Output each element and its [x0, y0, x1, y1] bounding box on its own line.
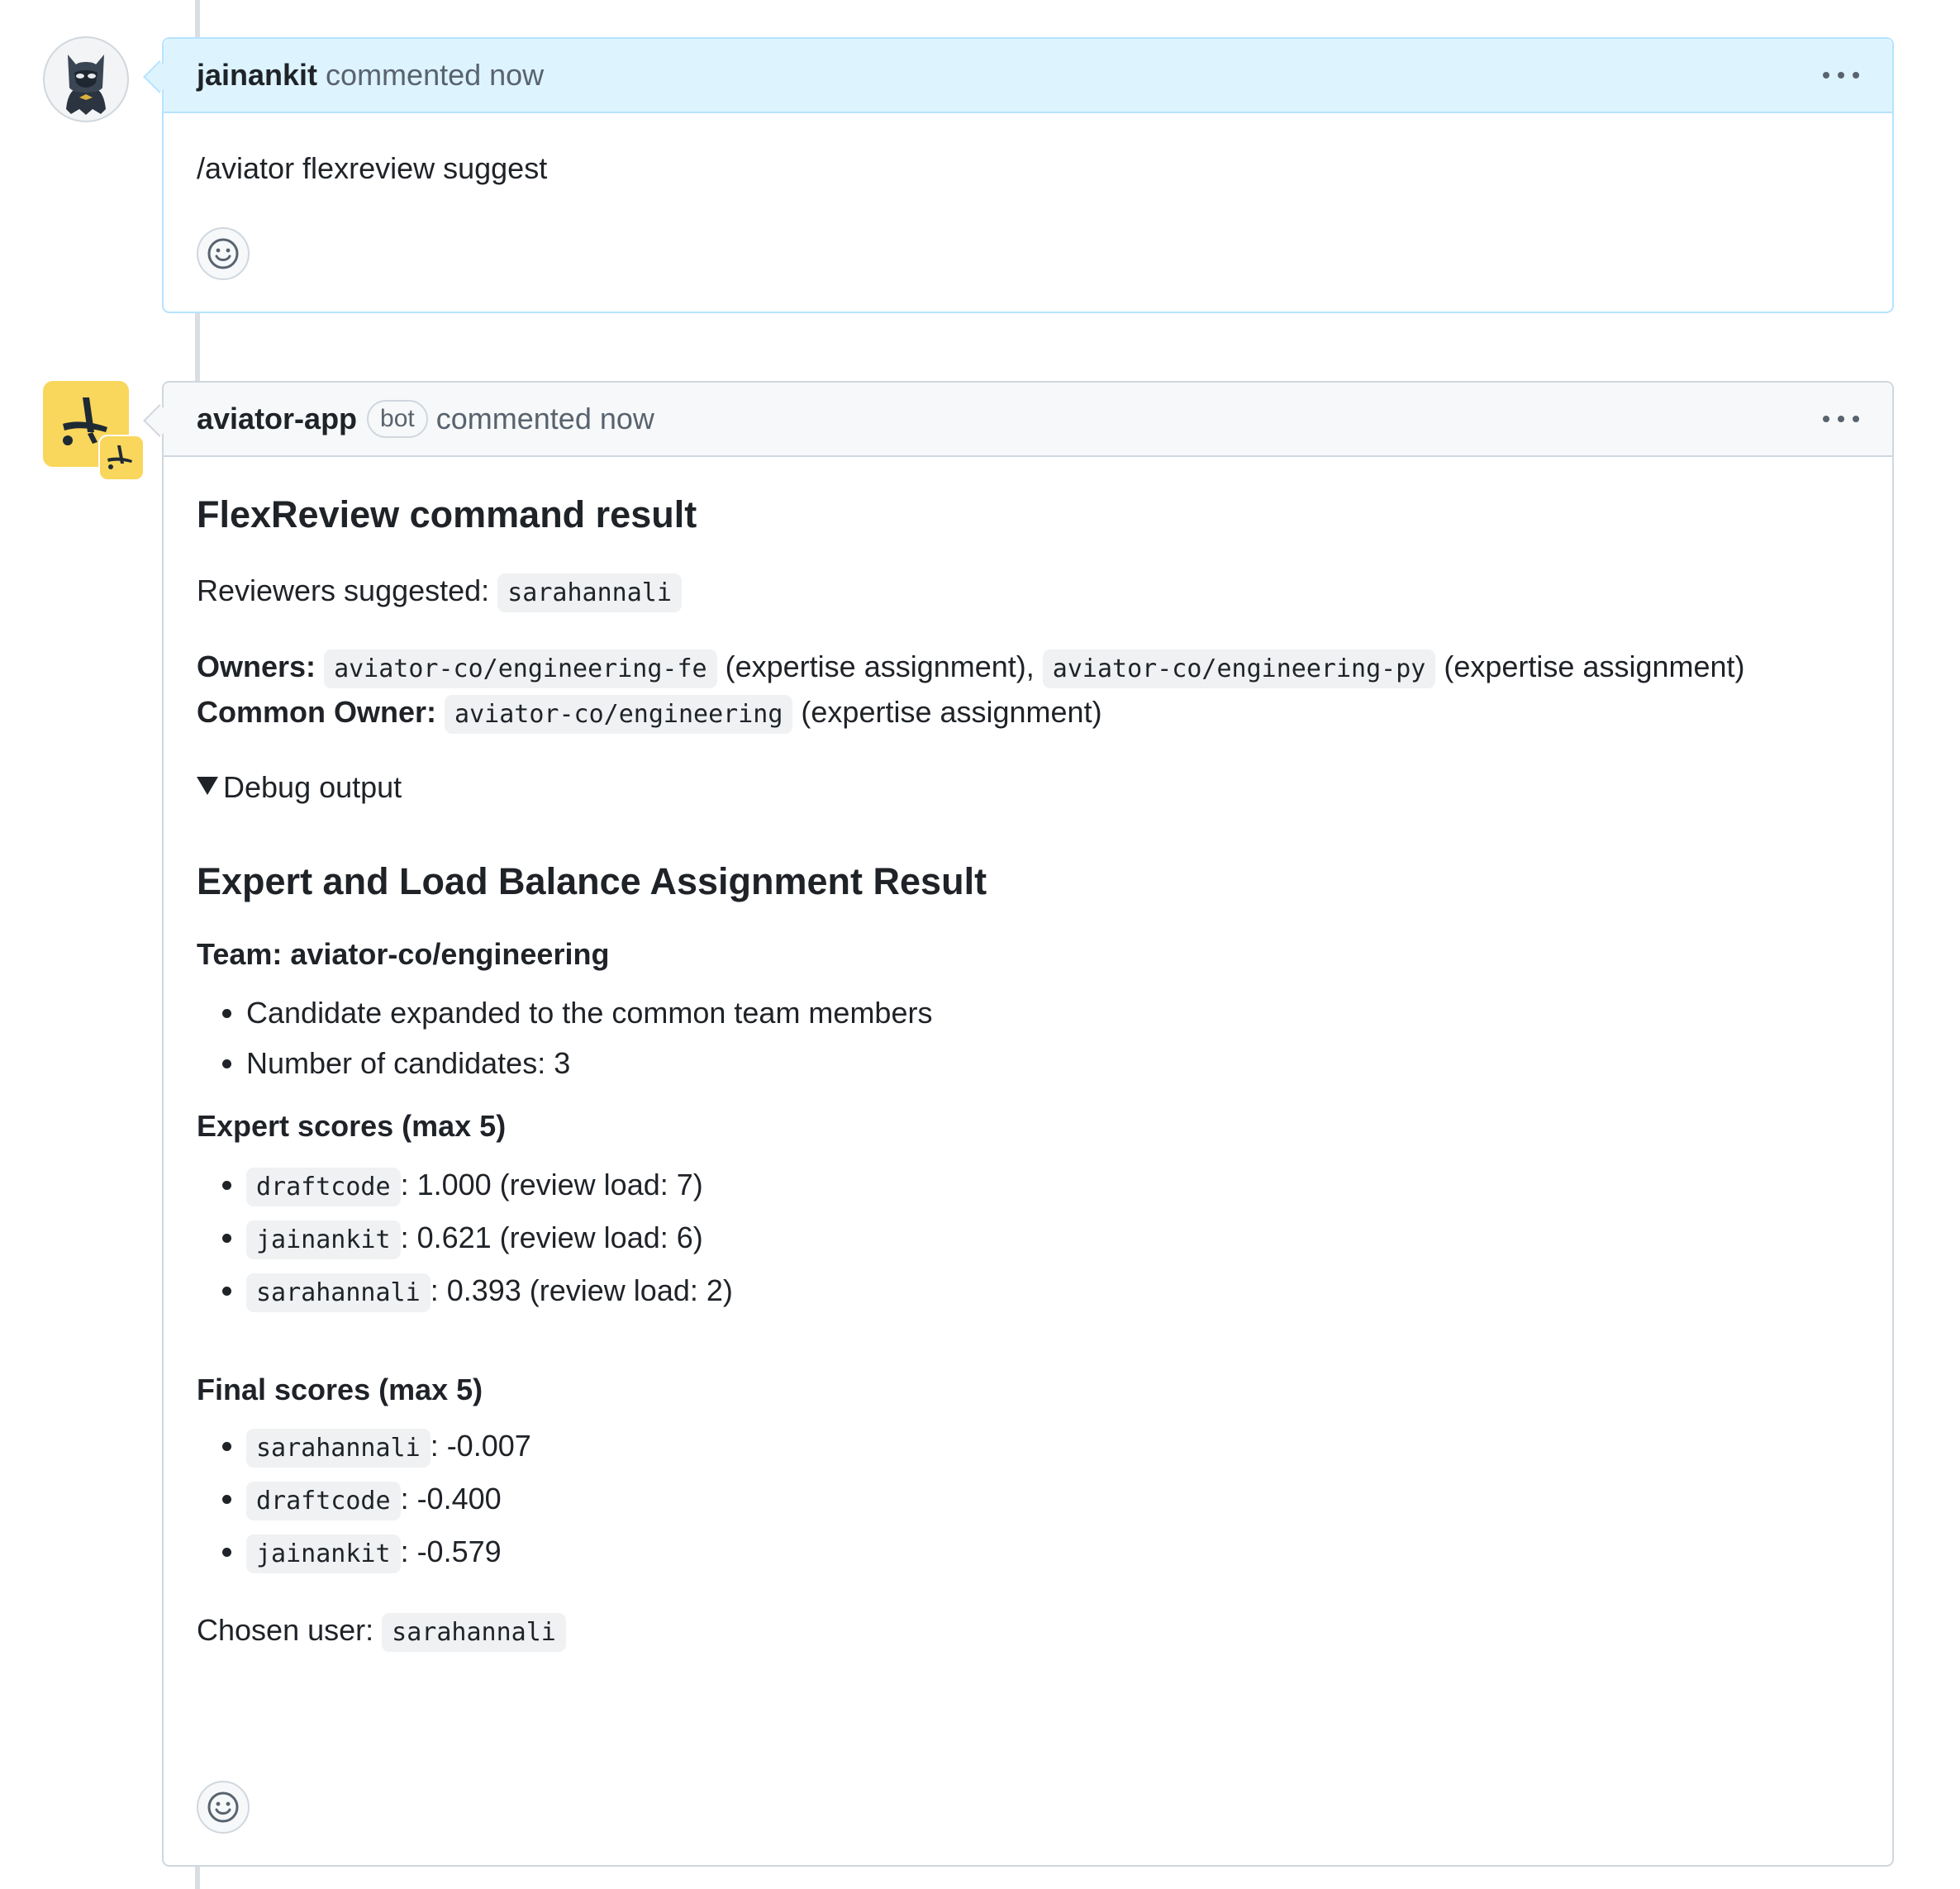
score-text: : -0.579	[400, 1535, 502, 1568]
score-text: : 0.621 (review load: 6)	[400, 1220, 703, 1254]
add-reaction-button[interactable]	[197, 227, 250, 280]
user-code: jainankit	[246, 1220, 401, 1259]
smiley-icon	[207, 1791, 239, 1823]
list-item: draftcode: -0.400	[246, 1473, 1859, 1526]
comment-body: /aviator flexreview suggest	[197, 151, 548, 185]
disclosure-triangle-icon	[197, 777, 218, 795]
bot-badge: bot	[367, 400, 428, 438]
kebab-menu-icon[interactable]	[1823, 416, 1859, 422]
assignment-heading: Expert and Load Balance Assignment Resul…	[197, 860, 987, 902]
chosen-user-code: sarahannali	[382, 1613, 566, 1652]
owner-note: (expertise assignment),	[725, 649, 1035, 683]
comment-timestamp[interactable]: commented now	[436, 402, 654, 436]
comment-author[interactable]: jainankit	[197, 58, 317, 93]
bot-avatar[interactable]	[43, 381, 145, 481]
debug-summary-label: Debug output	[223, 770, 402, 804]
reviewer-code: sarahannali	[497, 573, 682, 612]
common-owner-line: Common Owner: aviator-co/engineering (ex…	[197, 691, 1859, 736]
user-code: draftcode	[246, 1482, 401, 1520]
result-heading: FlexReview command result	[197, 493, 697, 535]
comment-aviator-app: aviator-app bot commented now FlexReview…	[143, 381, 1894, 1867]
owners-block: Owners: aviator-co/engineering-fe (exper…	[197, 645, 1859, 736]
reviewers-label: Reviewers suggested:	[197, 573, 490, 607]
owner-code: aviator-co/engineering-py	[1042, 649, 1436, 688]
comment-header: jainankit commented now	[164, 39, 1892, 113]
list-item: sarahannali: -0.007	[246, 1420, 1859, 1473]
comment-jainankit: jainankit commented now /aviator flexrev…	[143, 37, 1894, 313]
expert-scores-list: draftcode: 1.000 (review load: 7) jainan…	[197, 1159, 1859, 1318]
comment-author[interactable]: aviator-app	[197, 402, 357, 436]
user-code: draftcode	[246, 1168, 401, 1206]
score-text: : -0.400	[400, 1482, 502, 1515]
comment-header: aviator-app bot commented now	[164, 383, 1892, 457]
chosen-user: Chosen user: sarahannali	[197, 1609, 1859, 1654]
owner-code: aviator-co/engineering-fe	[324, 649, 717, 688]
owners-line: Owners: aviator-co/engineering-fe (exper…	[197, 645, 1859, 691]
score-text: : 1.000 (review load: 7)	[400, 1168, 703, 1201]
list-item: jainankit: 0.621 (review load: 6)	[246, 1212, 1859, 1265]
common-owner-label: Common Owner:	[197, 695, 437, 729]
score-text: : 0.393 (review load: 2)	[430, 1273, 733, 1307]
user-code: sarahannali	[246, 1273, 431, 1312]
user-code: sarahannali	[246, 1429, 431, 1468]
list-item: draftcode: 1.000 (review load: 7)	[246, 1159, 1859, 1212]
user-code: jainankit	[246, 1535, 401, 1573]
owners-label: Owners:	[197, 649, 316, 683]
expert-scores-heading: Expert scores (max 5)	[197, 1109, 507, 1143]
add-reaction-button[interactable]	[197, 1781, 250, 1834]
smiley-icon	[207, 238, 239, 269]
list-item: sarahannali: 0.393 (review load: 2)	[246, 1265, 1859, 1318]
final-scores-list: sarahannali: -0.007 draftcode: -0.400 ja…	[197, 1420, 1859, 1579]
common-owner-note: (expertise assignment)	[801, 695, 1102, 729]
score-text: : -0.007	[430, 1429, 531, 1463]
common-owner-code: aviator-co/engineering	[445, 695, 793, 734]
team-list: Candidate expanded to the common team me…	[197, 987, 1859, 1088]
list-item: Number of candidates: 3	[246, 1038, 1859, 1088]
comment-timestamp[interactable]: commented now	[326, 58, 544, 93]
reviewers-suggested: Reviewers suggested: sarahannali	[197, 569, 1859, 615]
aviator-logo-icon	[43, 381, 145, 481]
final-scores-heading: Final scores (max 5)	[197, 1373, 483, 1406]
list-item: jainankit: -0.579	[246, 1526, 1859, 1579]
chosen-user-label: Chosen user:	[197, 1613, 374, 1647]
owner-note: (expertise assignment)	[1444, 649, 1745, 683]
list-item: Candidate expanded to the common team me…	[246, 987, 1859, 1038]
kebab-menu-icon[interactable]	[1823, 72, 1859, 79]
batman-avatar-icon	[43, 36, 129, 122]
user-avatar[interactable]	[43, 36, 129, 122]
team-heading: Team: aviator-co/engineering	[197, 937, 610, 971]
debug-output-toggle[interactable]: Debug output	[197, 766, 1859, 809]
